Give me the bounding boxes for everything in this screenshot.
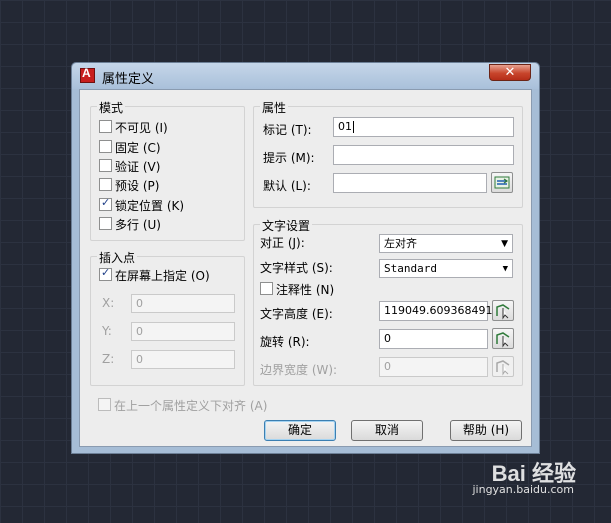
insertion-point-legend: 插入点: [97, 249, 138, 266]
constant-label: 固定 (C): [115, 141, 161, 155]
default-label: 默认 (L):: [263, 179, 311, 193]
y-label: Y:: [102, 324, 112, 338]
cancel-button[interactable]: 取消: [351, 420, 423, 441]
pick-point-icon: [496, 360, 510, 376]
constant-checkbox[interactable]: [99, 140, 112, 153]
preset-label: 预设 (P): [115, 179, 160, 193]
pick-height-button[interactable]: [492, 300, 514, 321]
title-bar[interactable]: 属性定义 ✕: [72, 63, 539, 89]
dialog-title: 属性定义: [102, 72, 155, 87]
mode-legend: 模式: [97, 99, 126, 116]
attribute-group: 属性 标记 (T): 01 提示 (M): 默认 (L):: [253, 99, 523, 208]
pick-rotation-button[interactable]: [492, 328, 514, 349]
multiline-label: 多行 (U): [115, 218, 161, 232]
pick-point-icon: [496, 304, 510, 320]
rotation-label: 旋转 (R):: [260, 335, 310, 349]
z-label: Z:: [102, 352, 115, 366]
text-settings-legend: 文字设置: [260, 217, 313, 234]
justify-value: 左对齐: [384, 237, 417, 250]
tag-input[interactable]: 01: [333, 117, 514, 137]
close-button[interactable]: ✕: [489, 64, 531, 81]
text-height-label: 文字高度 (E):: [260, 307, 333, 321]
text-settings-group: 文字设置 对正 (J): 左对齐 ▼ 文字样式 (S): Standard ▼ …: [253, 217, 523, 386]
prompt-label: 提示 (M):: [263, 151, 315, 165]
invisible-checkbox[interactable]: [99, 120, 112, 133]
specify-on-screen-label: 在屏幕上指定 (O): [115, 269, 210, 283]
z-coordinate-input[interactable]: 0: [131, 350, 235, 369]
baidu-watermark-url: jingyan.baidu.com: [472, 483, 574, 496]
prompt-input[interactable]: [333, 145, 514, 165]
attribute-legend: 属性: [260, 99, 289, 116]
justify-select[interactable]: 左对齐 ▼: [379, 234, 513, 253]
justify-label: 对正 (J):: [260, 236, 305, 250]
text-style-value: Standard: [384, 262, 437, 275]
insert-field-icon: [494, 176, 510, 189]
verify-checkbox[interactable]: [99, 159, 112, 172]
text-style-select[interactable]: Standard ▼: [379, 259, 513, 278]
specify-on-screen-checkbox[interactable]: [99, 266, 112, 281]
boundary-width-label: 边界宽度 (W):: [260, 363, 338, 377]
attribute-definition-dialog: 属性定义 ✕ 模式 不可见 (I) 固定 (C) 验证 (V) 预设 (P): [71, 62, 540, 454]
text-height-input[interactable]: 119049.6093684919: [379, 301, 499, 321]
rotation-input[interactable]: 0: [379, 329, 488, 349]
align-below-label: 在上一个属性定义下对齐 (A): [114, 399, 268, 413]
text-style-label: 文字样式 (S):: [260, 261, 333, 275]
help-button[interactable]: 帮助 (H): [450, 420, 522, 441]
x-label: X:: [102, 296, 115, 310]
insertion-point-group: 插入点 在屏幕上指定 (O) X: 0 Y: 0 Z: 0: [90, 249, 245, 386]
mode-group: 模式 不可见 (I) 固定 (C) 验证 (V) 预设 (P) 锁定位置 (K): [90, 99, 245, 241]
lock-position-checkbox[interactable]: [99, 196, 112, 211]
boundary-width-input[interactable]: 0: [379, 357, 488, 377]
pick-boundary-button[interactable]: [492, 356, 514, 377]
align-below-checkbox[interactable]: [98, 398, 111, 411]
pick-point-icon: [496, 332, 510, 348]
text-style-dropdown-icon: ▼: [502, 264, 508, 274]
ok-button[interactable]: 确定: [264, 420, 336, 441]
y-coordinate-input[interactable]: 0: [131, 322, 235, 341]
justify-dropdown-icon: ▼: [501, 239, 508, 249]
preset-checkbox[interactable]: [99, 178, 112, 191]
default-input[interactable]: [333, 173, 487, 193]
tag-label: 标记 (T):: [263, 123, 312, 137]
insert-field-button[interactable]: [491, 172, 513, 193]
x-coordinate-input[interactable]: 0: [131, 294, 235, 313]
invisible-label: 不可见 (I): [115, 121, 168, 135]
text-caret: [353, 121, 354, 133]
verify-label: 验证 (V): [115, 160, 161, 174]
multiline-checkbox[interactable]: [99, 217, 112, 230]
dialog-body: 模式 不可见 (I) 固定 (C) 验证 (V) 预设 (P) 锁定位置 (K): [79, 89, 532, 447]
annotative-checkbox[interactable]: [260, 282, 273, 295]
tag-value: 01: [338, 120, 352, 133]
lock-position-label: 锁定位置 (K): [115, 199, 185, 213]
autocad-app-icon: [80, 66, 95, 83]
annotative-label: 注释性 (N): [276, 283, 335, 297]
